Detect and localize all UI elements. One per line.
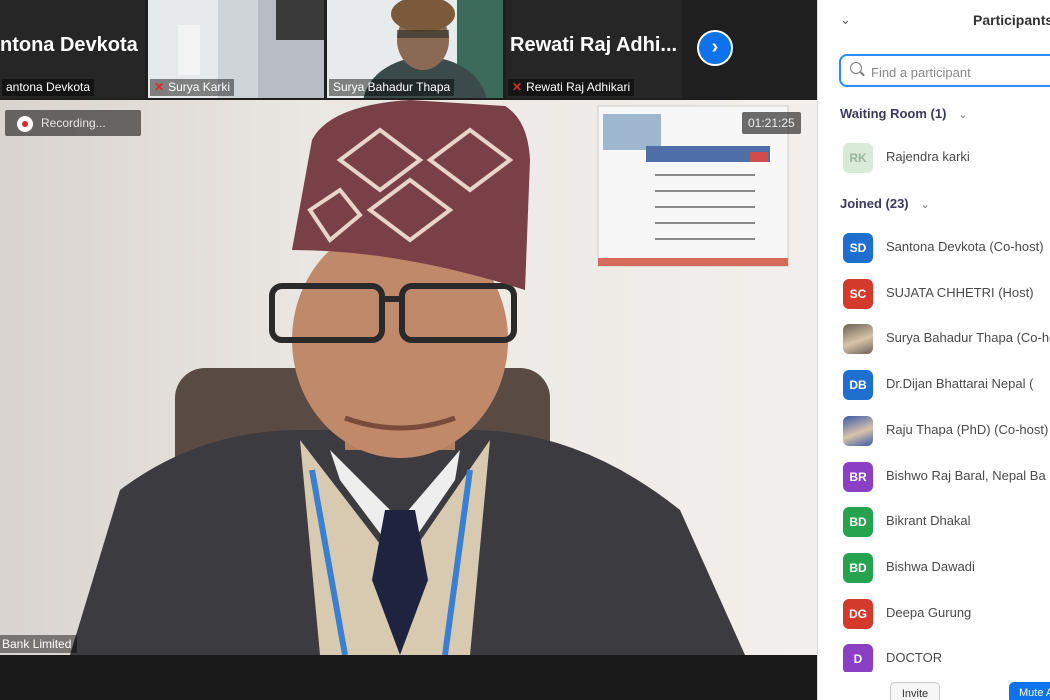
active-speaker-video[interactable]	[0, 100, 817, 655]
participants-panel: ⌄ Participants Waiting Room (1) ⌄ RK Raje…	[817, 0, 1050, 700]
invite-button[interactable]: Invite	[890, 682, 940, 700]
thumbnail-caption-text: Surya Bahadur Thapa	[333, 80, 451, 94]
joined-label: Joined (23)	[840, 196, 909, 211]
waiting-room-label: Waiting Room (1)	[840, 106, 947, 121]
thumbnail-caption: Surya Bahadur Thapa	[329, 79, 455, 96]
thumbnail-caption-text: Surya Karki	[168, 80, 231, 94]
participant-name: DOCTOR	[886, 650, 943, 666]
avatar: RK	[843, 143, 873, 173]
avatar: SD	[843, 233, 873, 263]
video-thumbnail-santona[interactable]: ntona Devkota antona Devkota	[0, 0, 145, 98]
avatar-photo	[843, 415, 873, 446]
participant-row[interactable]: Raju Thapa (PhD) (Co-host)	[840, 414, 1050, 448]
thumbnail-caption: ✕ Surya Karki	[150, 79, 235, 96]
waiting-room-header[interactable]: Waiting Room (1) ⌄	[840, 106, 968, 121]
video-thumbnail-surya-karki[interactable]: ✕ Surya Karki	[148, 0, 324, 98]
participant-name: Rajendra karki	[886, 149, 970, 164]
speaker-name-caption: Bank Limited	[0, 635, 78, 653]
panel-footer: Invite Mute All	[818, 672, 1050, 700]
mute-all-button[interactable]: Mute All	[1009, 682, 1050, 700]
participant-name: Raju Thapa (PhD) (Co-host)	[886, 421, 1049, 437]
video-thumbnail-rewati[interactable]: Rewati Raj Adhi... ✕ Rewati Raj Adhikari	[506, 0, 682, 98]
thumbnail-name-label: ntona Devkota	[0, 34, 138, 56]
avatar-photo	[843, 324, 873, 355]
mic-muted-icon: ✕	[512, 80, 523, 94]
avatar: DG	[843, 598, 873, 629]
avatar: BD	[843, 552, 873, 583]
participant-search-box[interactable]	[839, 54, 1050, 87]
avatar: SC	[843, 278, 873, 309]
video-gallery-area: ntona Devkota antona Devkota ✕ Surya Kark…	[0, 0, 817, 700]
recording-icon	[17, 115, 33, 132]
participant-name: Bishwa Dawadi	[886, 558, 975, 574]
participant-name: Dr.Dijan Bhattarai Nepal (	[886, 376, 1034, 392]
chevron-down-icon: ⌄	[920, 199, 930, 211]
avatar: BD	[843, 507, 873, 538]
participant-row[interactable]: SC SUJATA CHHETRI (Host)	[840, 277, 1050, 311]
participant-name: SUJATA CHHETRI (Host)	[886, 284, 1034, 300]
video-thumbnail-surya-thapa[interactable]: Surya Bahadur Thapa	[327, 0, 503, 98]
speaker-video-feed	[70, 100, 789, 655]
thumbnail-strip: ntona Devkota antona Devkota ✕ Surya Kark…	[0, 0, 817, 100]
participant-name: Bikrant Dhakal	[886, 513, 971, 529]
participant-name: Deepa Gurung	[886, 604, 972, 620]
next-page-arrow-icon[interactable]: ›	[697, 30, 733, 66]
participant-row[interactable]: BR Bishwo Raj Baral, Nepal Ba	[840, 460, 1050, 494]
meeting-timer: 01:21:25	[742, 112, 801, 134]
avatar: DB	[843, 370, 873, 401]
thumbnail-caption: antona Devkota	[2, 79, 95, 96]
mic-muted-icon: ✕	[154, 80, 165, 94]
search-icon	[850, 62, 862, 74]
thumbnail-caption-text: Rewati Raj Adhikari	[526, 80, 631, 94]
video-bottom-bar	[0, 655, 817, 700]
participant-name: Bishwo Raj Baral, Nepal Ba	[886, 467, 1046, 483]
thumbnail-caption: ✕ Rewati Raj Adhikari	[508, 79, 635, 96]
participant-row[interactable]: BD Bikrant Dhakal	[840, 505, 1050, 539]
participant-row[interactable]: Surya Bahadur Thapa (Co-host)	[840, 322, 1050, 356]
recording-label: Recording...	[41, 116, 106, 130]
recording-indicator[interactable]: Recording...	[5, 110, 141, 136]
participant-row[interactable]: BD Bishwa Dawadi	[840, 551, 1050, 585]
joined-header[interactable]: Joined (23) ⌄	[840, 196, 930, 211]
participant-name: Surya Bahadur Thapa (Co-host)	[886, 330, 1050, 346]
avatar: D	[843, 644, 873, 675]
participant-row[interactable]: DG Deepa Gurung	[840, 597, 1050, 631]
participant-search-input[interactable]	[869, 59, 1050, 85]
chevron-down-icon: ⌄	[958, 109, 968, 121]
waiting-participant-row[interactable]: RK Rajendra karki	[840, 141, 1050, 175]
collapse-chevron-icon[interactable]: ⌄	[840, 12, 851, 28]
thumbnail-name-label: Rewati Raj Adhi...	[510, 34, 678, 56]
panel-title: Participants	[973, 12, 1050, 28]
participant-row[interactable]: SD Santona Devkota (Co-host)	[840, 231, 1050, 265]
thumbnail-caption-text: antona Devkota	[6, 80, 91, 94]
participant-name: Santona Devkota (Co-host)	[886, 239, 1044, 254]
participant-row[interactable]: DB Dr.Dijan Bhattarai Nepal (	[840, 368, 1050, 402]
avatar: BR	[843, 461, 873, 492]
